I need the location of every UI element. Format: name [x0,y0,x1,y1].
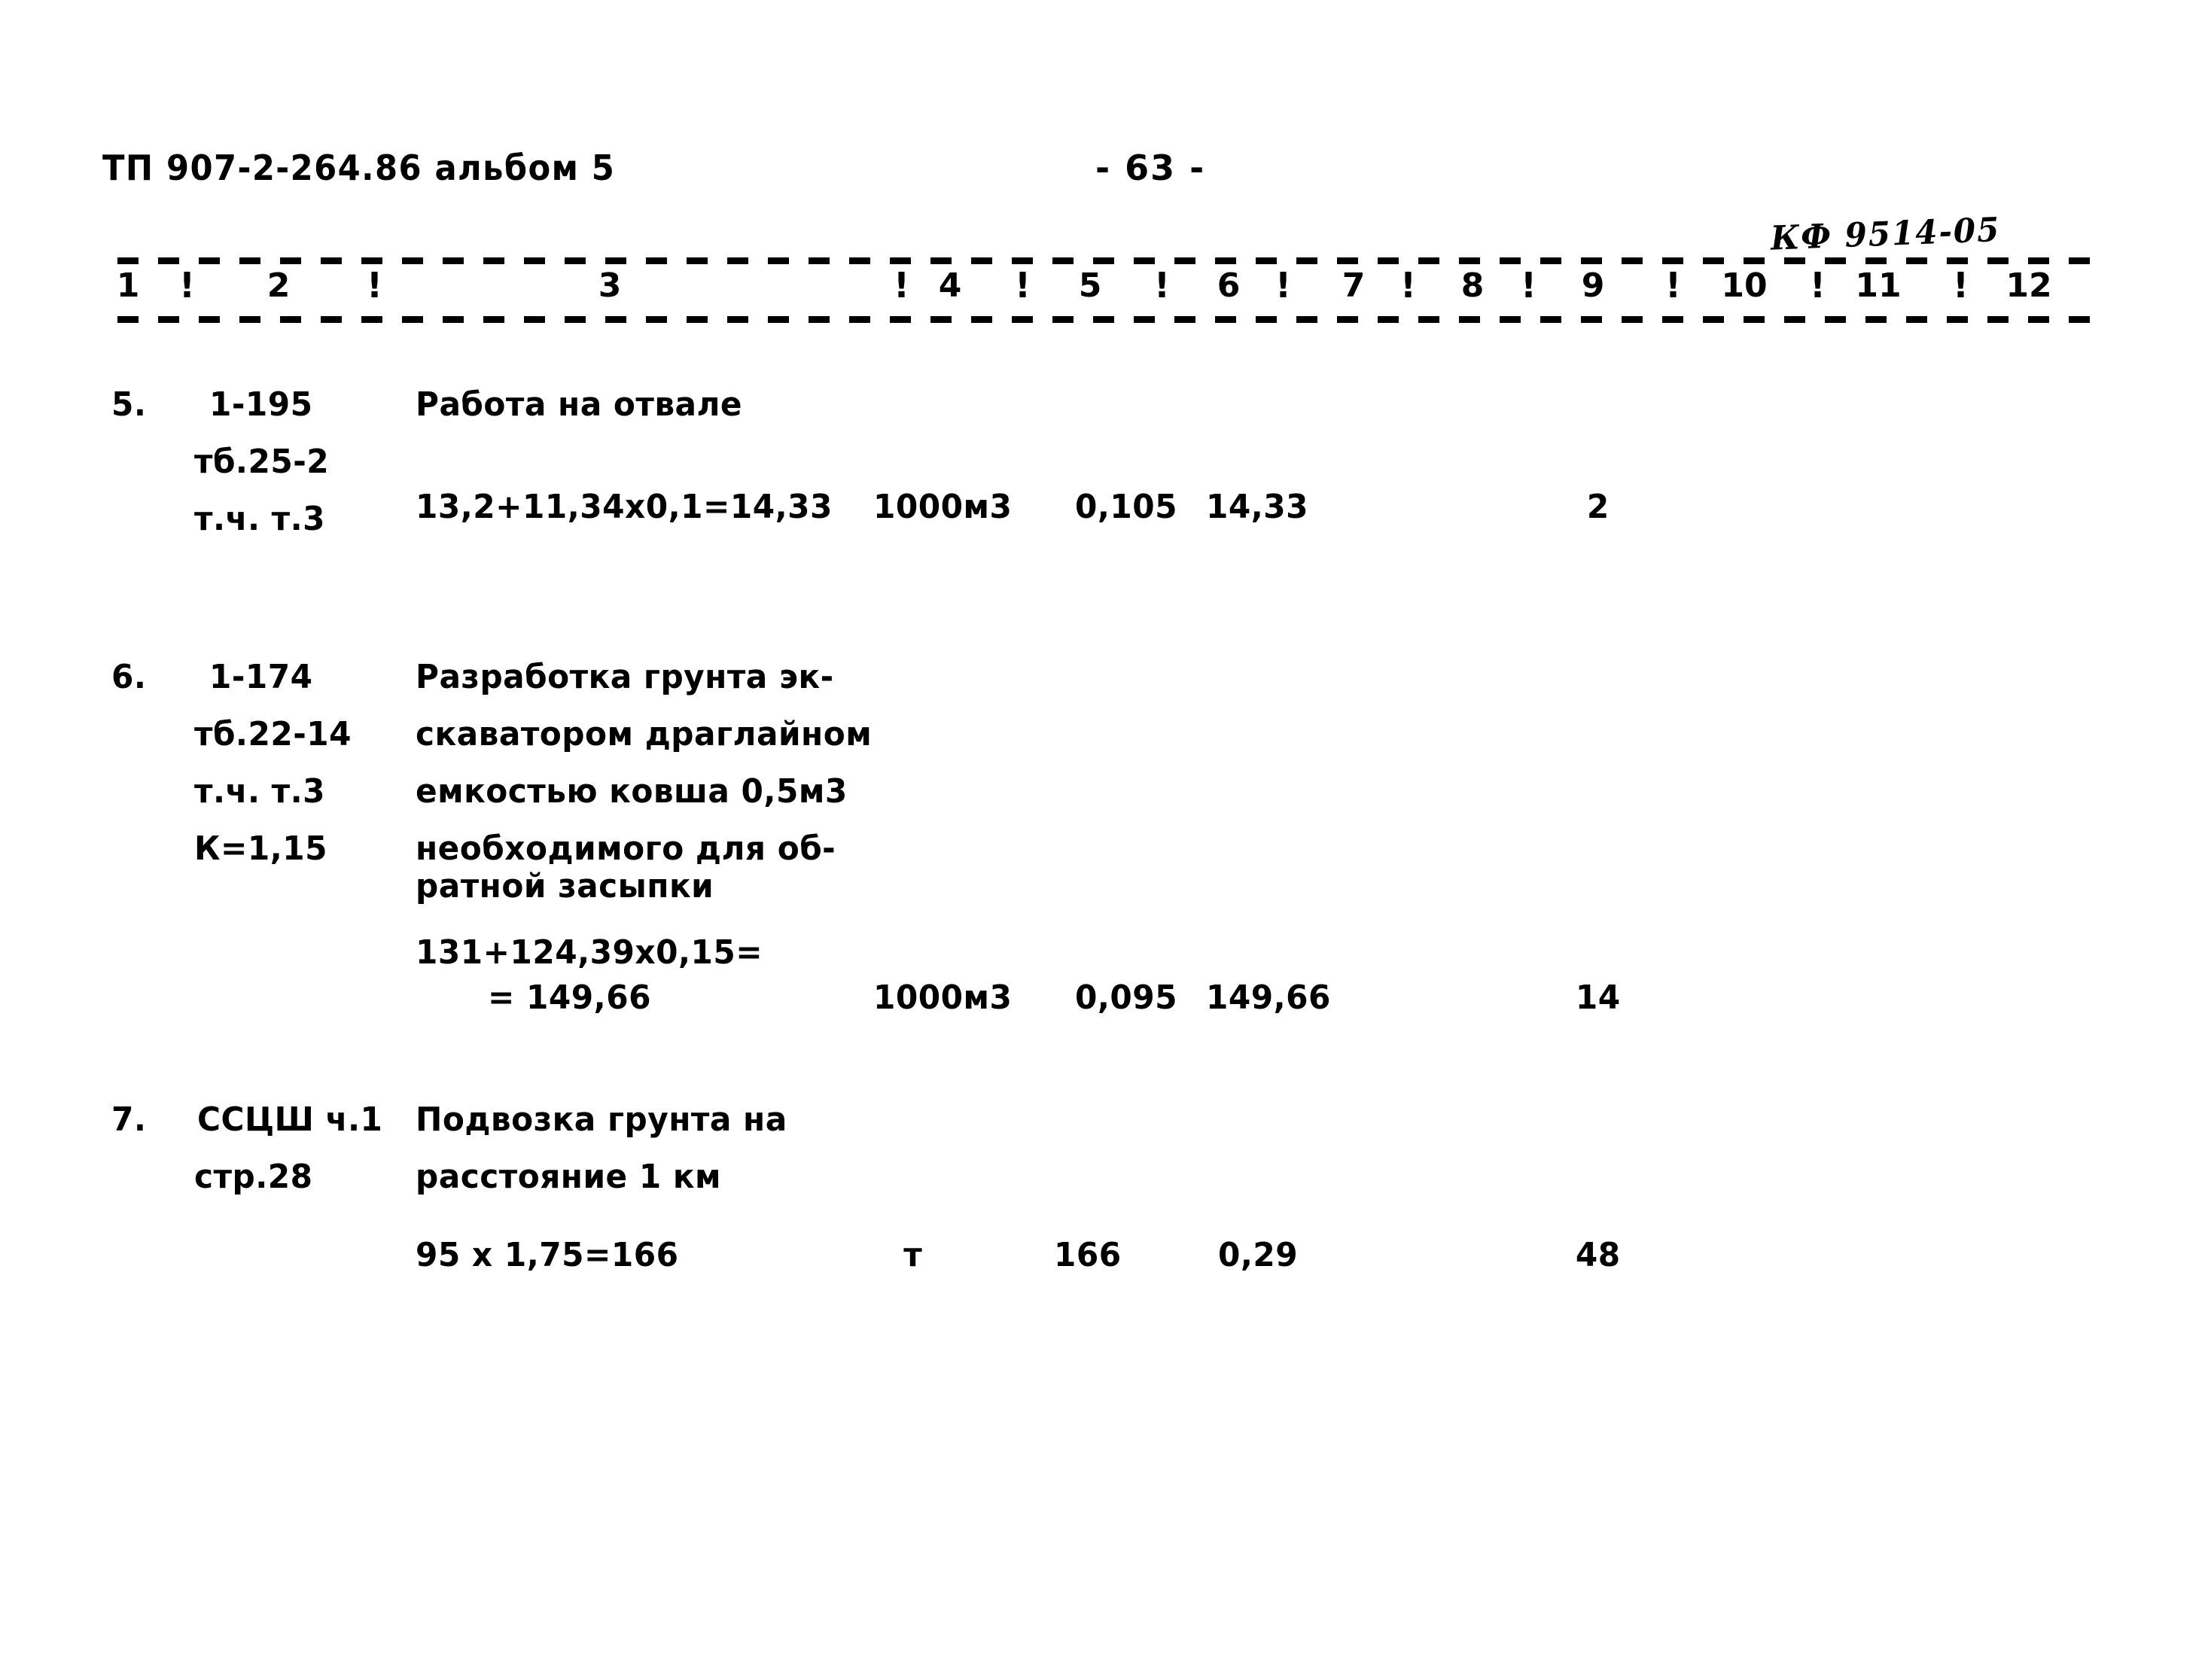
row-6-unit: 1000м3 [873,978,1013,1017]
table-rule-bottom [117,316,2096,323]
row-5-col5-value: 0,105 [1075,488,1178,526]
column-header-5: 5 [1078,266,1102,305]
row-6-code-line-1: 1-174 [209,658,313,696]
row-7-description-line-1: Подвозка грунта на [416,1100,787,1139]
column-separator-7: ! [1400,265,1416,306]
row-6-calculation-line-2: = 149,66 [488,978,651,1017]
row-7-col9-value: 48 [1575,1236,1621,1274]
page-number: - 63 - [1095,148,1206,188]
column-header-8: 8 [1460,266,1485,305]
column-header-4: 4 [938,266,962,305]
row-6-description-line-2: скаватором драглайном [416,715,873,753]
row-5-calculation: 13,2+11,34х0,1=14,33 [416,488,833,526]
column-separator-10: ! [1810,265,1826,306]
row-index-5: 5. [111,385,147,424]
column-header-1: 1 [116,266,140,305]
column-header-3: 3 [598,266,622,305]
row-6-description-line-5: ратной засыпки [416,867,714,905]
column-separator-2: ! [367,265,382,306]
column-separator-6: ! [1275,265,1291,306]
column-separator-3: ! [894,265,909,306]
row-7-description-line-2: расстояние 1 км [416,1158,722,1196]
row-5-col9-value: 2 [1586,488,1610,526]
column-separator-9: ! [1665,265,1681,306]
column-header-11: 11 [1855,266,1902,305]
handwritten-annotation: КФ 9514-05 [1770,210,2002,258]
table-rule-top [117,257,2096,264]
row-7-code-line-1: ССЦШ ч.1 [197,1100,383,1139]
column-header-10: 10 [1721,266,1768,305]
column-header-7: 7 [1342,266,1366,305]
row-6-col5-value: 0,095 [1075,978,1178,1017]
row-7-calculation: 95 х 1,75=166 [416,1236,679,1274]
row-5-code-line-1: 1-195 [209,385,313,424]
row-6-description-line-3: емкостью ковша 0,5м3 [416,772,848,811]
column-separator-8: ! [1521,265,1536,306]
column-header-6: 6 [1217,266,1241,305]
row-7-unit: т [903,1236,923,1274]
document-header-left: ТП 907-2-264.86 альбом 5 [102,148,616,188]
row-6-col9-value: 14 [1575,978,1621,1017]
row-index-6: 6. [111,658,147,696]
row-6-col6-value: 149,66 [1206,978,1331,1017]
row-7-col5-value: 166 [1054,1236,1122,1274]
column-header-12: 12 [2006,266,2052,305]
row-6-code-line-2: тб.22-14 [194,715,352,753]
column-separator-1: ! [179,265,195,306]
row-6-code-line-3: т.ч. т.3 [194,772,326,811]
document-page: ТП 907-2-264.86 альбом 5 - 63 - КФ 9514-… [0,0,2205,1680]
row-5-col6-value: 14,33 [1206,488,1309,526]
row-6-code-line-4: К=1,15 [194,829,328,868]
column-header-2: 2 [266,266,291,305]
column-separator-5: ! [1154,265,1170,306]
row-5-code-line-3: т.ч. т.3 [194,500,326,538]
row-6-description-line-1: Разработка грунта эк- [416,658,834,696]
column-separator-11: ! [1953,265,1969,306]
row-index-7: 7. [111,1100,147,1139]
row-5-unit: 1000м3 [873,488,1013,526]
column-separator-4: ! [1015,265,1031,306]
row-7-col6-value: 0,29 [1218,1236,1299,1274]
column-header-9: 9 [1581,266,1605,305]
row-5-description-line-1: Работа на отвале [416,385,743,424]
row-7-code-line-2: стр.28 [194,1158,313,1196]
row-5-code-line-2: тб.25-2 [194,443,330,481]
